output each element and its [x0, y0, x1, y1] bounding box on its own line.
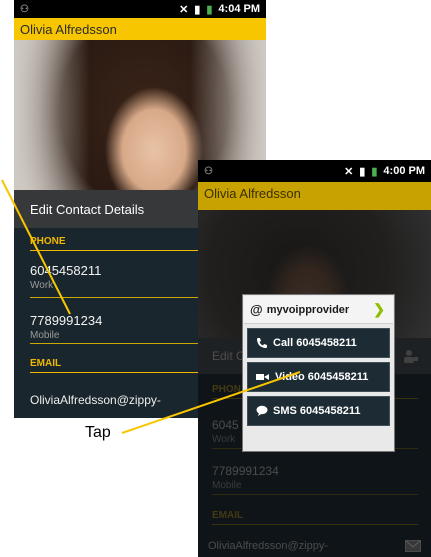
- contact-name: Olivia Alfredsson: [204, 186, 301, 201]
- contact-name-bar: Olivia Alfredsson: [14, 18, 266, 40]
- contact-name: Olivia Alfredsson: [20, 21, 117, 37]
- status-time: 4:00 PM: [383, 165, 425, 177]
- email-address[interactable]: OliviaAlfredsson@zippy-: [30, 393, 161, 407]
- call-button[interactable]: Call 6045458211: [247, 328, 390, 358]
- status-bar: ⚇ ✕ ▮ ▮ 4:00 PM: [198, 160, 431, 182]
- status-time: 4:04 PM: [218, 3, 260, 15]
- signal-icon: ▮: [359, 165, 366, 178]
- battery-icon: ▮: [206, 3, 213, 16]
- notification-icon: ⚇: [20, 3, 29, 15]
- provider-name: myvoipprovider: [266, 303, 350, 316]
- battery-icon: ▮: [371, 165, 378, 178]
- call-options-popup: @ myvoipprovider ❯ Call 6045458211 Video…: [242, 294, 395, 452]
- signal-icon: ▮: [194, 3, 201, 16]
- mute-icon: ✕: [179, 3, 189, 16]
- status-bar: ⚇ ✕ ▮ ▮ 4:04 PM: [14, 0, 266, 18]
- sms-label: SMS 6045458211: [273, 405, 361, 417]
- video-label: Video 6045458211: [275, 371, 369, 383]
- phone-icon: [257, 338, 267, 348]
- chat-bubble-icon: [256, 405, 268, 416]
- edit-contact-label: Edit Contact Details: [30, 201, 145, 217]
- tap-label: Tap: [85, 424, 111, 441]
- notification-icon: ⚇: [204, 165, 213, 177]
- sms-button[interactable]: SMS 6045458211: [247, 396, 390, 426]
- call-label: Call 6045458211: [273, 337, 357, 349]
- contact-screen-front: ⚇ ✕ ▮ ▮ 4:00 PM Olivia Alfredsson Edit C…: [198, 160, 431, 557]
- at-icon: @: [250, 302, 263, 317]
- video-camera-icon: [256, 374, 269, 380]
- chevron-right-icon: ❯: [373, 301, 385, 317]
- mute-icon: ✕: [344, 165, 354, 178]
- video-call-button[interactable]: Video 6045458211: [247, 362, 390, 392]
- provider-selector[interactable]: @ myvoipprovider ❯: [244, 296, 393, 324]
